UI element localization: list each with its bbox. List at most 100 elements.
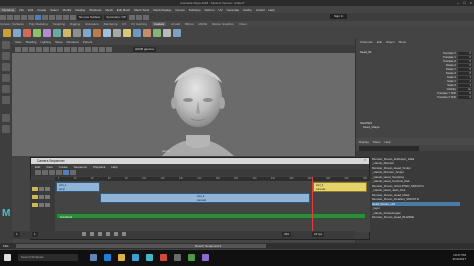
outliner-menu-show[interactable]: Show: [373, 140, 381, 144]
live-surface-field[interactable]: No Live Surface: [77, 14, 103, 20]
xray-icon[interactable]: [99, 46, 105, 52]
shelf-tab-poly[interactable]: Poly Modeling: [29, 22, 48, 26]
textured-icon[interactable]: [78, 46, 84, 52]
taskbar-app-icon[interactable]: [174, 254, 181, 261]
shelf-tool-icon[interactable]: [23, 28, 31, 37]
shelf-tab-fx-caching[interactable]: FX Caching: [131, 22, 147, 26]
menu-modify[interactable]: Modify: [63, 8, 72, 12]
attr-row[interactable]: Translate X0: [412, 52, 472, 55]
sign-in-button[interactable]: Sign In: [330, 14, 348, 19]
menu-mesh-display[interactable]: Mesh Display: [153, 8, 171, 12]
attr-row[interactable]: Rotate Z0: [412, 72, 472, 75]
outliner-item[interactable]: _layer: [366, 206, 380, 210]
outliner-item[interactable]: _Hands_Head_Controls_Dsk: [365, 179, 409, 183]
viewport-menu-lighting[interactable]: Lighting: [40, 40, 51, 44]
scale-tool-icon[interactable]: [2, 96, 10, 104]
store-icon[interactable]: [132, 254, 139, 261]
shelf-tab-motion-graphics[interactable]: Motion Graphics: [212, 22, 234, 26]
new-shot-icon[interactable]: [49, 170, 55, 175]
menu-display[interactable]: Display: [75, 8, 85, 12]
film-gate-icon[interactable]: [50, 46, 56, 52]
move-tool-icon[interactable]: [2, 74, 10, 82]
shelf-tab-animation[interactable]: Animation: [85, 22, 98, 26]
menu-uv[interactable]: UV: [218, 8, 222, 12]
shot-clip[interactable]: shot_3 camera2: [313, 182, 367, 192]
shelf-tab-fx[interactable]: FX: [122, 22, 126, 26]
shelf-tool-icon[interactable]: [73, 28, 81, 37]
single-view-icon[interactable]: [2, 114, 10, 122]
shelf-tool-icon[interactable]: [53, 28, 61, 37]
close-icon[interactable]: ×: [470, 0, 472, 5]
outliner-item[interactable]: _Hands_Monster_Sculpt: [366, 170, 404, 174]
minimize-icon[interactable]: –: [457, 0, 459, 5]
menu-create[interactable]: Create: [37, 8, 46, 12]
outliner-menu-help[interactable]: Help: [384, 140, 390, 144]
close-icon[interactable]: ×: [364, 158, 366, 162]
shadows-icon[interactable]: [92, 46, 98, 52]
menu-curves[interactable]: Curves: [175, 8, 185, 12]
audio-clip[interactable]: Soundtrack: [56, 213, 366, 219]
file-explorer-icon[interactable]: [118, 254, 125, 261]
playhead[interactable]: [312, 177, 313, 232]
channel-box-tab-channels[interactable]: Channels: [360, 40, 373, 44]
ipr-render-icon[interactable]: [136, 14, 143, 20]
snap-curve-icon[interactable]: [63, 14, 69, 20]
shelf-tool-icon[interactable]: [143, 28, 151, 37]
menu-set-dropdown[interactable]: Modeling: [0, 7, 17, 12]
taskbar-app-icon[interactable]: [202, 254, 209, 261]
outliner-item[interactable]: _Hands_Monster: [365, 161, 394, 165]
menu-help[interactable]: Help: [268, 8, 274, 12]
outliner-menu-display[interactable]: Display: [359, 140, 369, 144]
rotate-tool-icon[interactable]: [2, 85, 10, 93]
sequencer-menu-edit[interactable]: Edit: [35, 165, 40, 169]
menu-deform[interactable]: Deform: [205, 8, 215, 12]
select-by-component-icon[interactable]: [49, 14, 55, 20]
range-start-field[interactable]: 1: [14, 232, 20, 237]
camera-attributes-icon[interactable]: [22, 46, 28, 52]
play-backward-icon[interactable]: [98, 232, 102, 236]
shelf-tab-rigging[interactable]: Rigging: [70, 22, 80, 26]
resolution-gate-icon[interactable]: [57, 46, 63, 52]
menu-file[interactable]: File: [19, 8, 24, 12]
viewport-3d[interactable]: persp: [12, 53, 355, 156]
shelf-tool-icon[interactable]: [13, 28, 21, 37]
shelf-tool-icon[interactable]: [113, 28, 121, 37]
shelf-tool-icon[interactable]: [3, 28, 11, 37]
sequence-view-icon[interactable]: [63, 170, 69, 175]
bookmark-icon[interactable]: [29, 46, 35, 52]
smooth-shade-icon[interactable]: [71, 46, 77, 52]
menu-select[interactable]: Select: [50, 8, 58, 12]
track-header[interactable]: [32, 186, 53, 191]
command-input[interactable]: [16, 244, 266, 248]
play-forward-icon[interactable]: [106, 232, 110, 236]
step-back-icon[interactable]: [90, 232, 94, 236]
playblast-icon[interactable]: [56, 170, 62, 175]
sequencer-menu-playback[interactable]: Playback: [93, 165, 105, 169]
viewport-menu-renderer[interactable]: Renderer: [67, 40, 80, 44]
viewport-menu-shading[interactable]: Shading: [25, 40, 36, 44]
task-view-icon[interactable]: [90, 254, 97, 261]
undo-icon[interactable]: [21, 14, 27, 20]
grid-icon[interactable]: [43, 46, 49, 52]
render-settings-icon[interactable]: [143, 14, 150, 20]
time-ruler[interactable]: 1 20 40 60 80 100 120 140 160 180 200 22…: [55, 177, 370, 181]
attr-row[interactable]: Scale Z1: [412, 84, 472, 87]
viewport-menu-view[interactable]: View: [15, 40, 21, 44]
shelf-tab-custom[interactable]: Custom: [151, 22, 167, 26]
select-by-object-icon[interactable]: [42, 14, 48, 20]
attr-row[interactable]: Rotate X0: [412, 64, 472, 67]
select-by-hierarchy-icon[interactable]: [35, 14, 41, 20]
taskbar-search-input[interactable]: Search Windows: [18, 254, 78, 261]
attr-row[interactable]: Translate Z0: [412, 60, 472, 63]
range-slider[interactable]: 1 1 340 24 fps: [12, 231, 355, 239]
wireframe-icon[interactable]: [64, 46, 70, 52]
menu-edit[interactable]: Edit: [28, 8, 33, 12]
shelf-tool-icon[interactable]: [93, 28, 101, 37]
four-view-icon[interactable]: [2, 125, 10, 133]
shelf-tool-icon[interactable]: [173, 28, 181, 37]
shelf-tab-arnold[interactable]: Arnold: [171, 22, 180, 26]
shelf-tab-mash[interactable]: MASH: [198, 22, 207, 26]
current-frame-field[interactable]: 1: [32, 232, 38, 237]
shelf-tool-icon[interactable]: [153, 28, 161, 37]
range-end-field[interactable]: 340: [282, 232, 292, 237]
